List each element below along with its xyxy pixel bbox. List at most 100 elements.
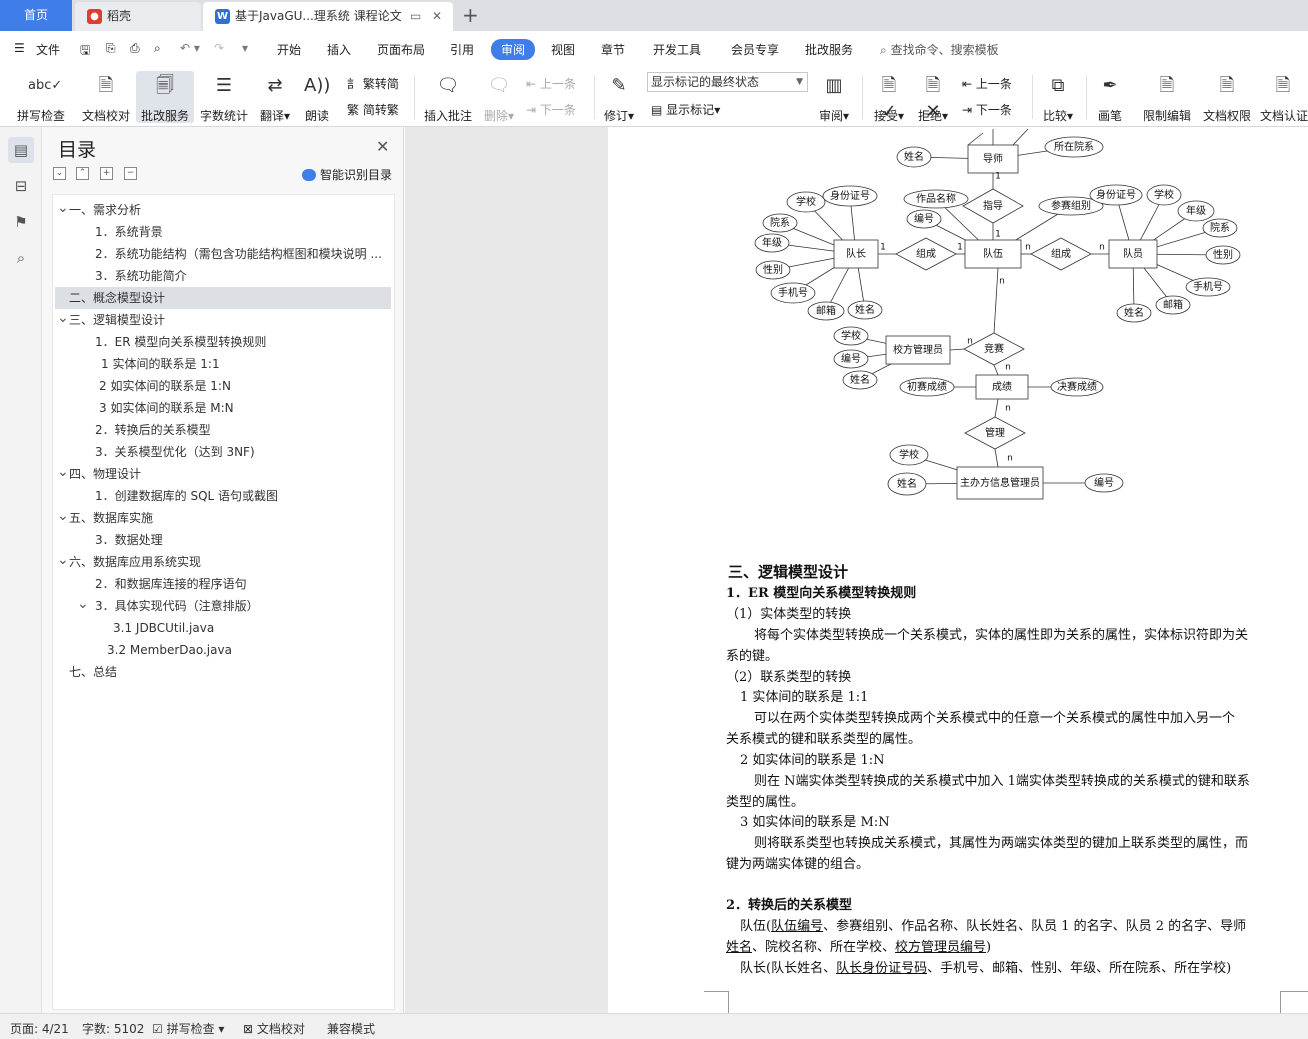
menu-insert[interactable]: 插入 (327, 41, 351, 58)
smart-toc-button[interactable]: 智能识别目录 (302, 166, 392, 183)
trad-to-simp-button[interactable]: 訁 繁转简 (347, 75, 399, 92)
undo-icon[interactable]: ↶ ▾ (180, 41, 200, 55)
new-tab-icon[interactable]: + (462, 3, 479, 27)
show-markup-button[interactable]: ▤ 显示标记▾ (651, 101, 720, 118)
expand-up-icon[interactable]: ⌃ (76, 167, 89, 180)
menu-file[interactable]: 文件 (36, 41, 60, 58)
reject-button[interactable]: 🗎✕ 拒绝▾ (914, 71, 952, 123)
toc-item-label: 1 实体间的联系是 1:1 (101, 357, 220, 371)
menu-review[interactable]: 审阅 (491, 39, 536, 60)
word-count[interactable]: 字数: 5102 (82, 1020, 144, 1037)
next-change-button[interactable]: ⇥ 下一条 (962, 101, 1012, 118)
menu-chapter[interactable]: 章节 (601, 41, 625, 58)
toc-item[interactable]: 3.1 JDBCUtil.java (53, 617, 389, 639)
toc-item[interactable]: 2．和数据库连接的程序语句 (53, 573, 389, 595)
toc-panel-icon[interactable]: ▤ (8, 137, 34, 163)
spell-check-button[interactable]: abc✓ 拼写检查 (10, 71, 72, 123)
toc-item-label: 1．ER 模型向关系模型转换规则 (95, 335, 267, 349)
find-icon[interactable]: ⌕ (8, 245, 34, 271)
menu-reference[interactable]: 引用 (450, 41, 474, 58)
revise-button[interactable]: ✎ 修订▾ (600, 71, 638, 123)
tab-home[interactable]: 首页 (0, 0, 72, 31)
print-preview-icon[interactable]: ⌕ (154, 41, 161, 56)
toc-item[interactable]: ⌄ 三、逻辑模型设计 (53, 309, 389, 331)
doc-proof-button[interactable]: 🗎 文档校对 (78, 71, 134, 123)
prev-change-button[interactable]: ⇤ 上一条 (962, 75, 1012, 92)
pen-button[interactable]: ✒ 画笔 (1092, 71, 1128, 123)
correct-service-button[interactable]: 🗐 批改服务 (136, 71, 194, 123)
status-doc-proof[interactable]: ⊠ 文档校对 (243, 1020, 305, 1037)
toc-item[interactable]: 3 如实体间的联系是 M:N (53, 397, 389, 419)
print-icon[interactable]: ⎙ (130, 41, 140, 56)
accept-button[interactable]: 🗎✓ 接受▾ (870, 71, 908, 123)
command-search[interactable]: ⌕ 查找命令、搜索模板 (880, 41, 999, 58)
translate-button[interactable]: ⇄ 翻译▾ (256, 71, 294, 123)
delete-comment-button[interactable]: 🗨 删除▾ (480, 71, 518, 123)
chevron-down-icon[interactable]: ⌄ (77, 595, 89, 615)
redo-icon[interactable]: ↷ (214, 41, 224, 55)
doc-permission-button[interactable]: 🗎 文档权限 (1200, 71, 1254, 123)
bookmark-icon[interactable]: ⚑ (8, 209, 34, 235)
toc-item[interactable]: 2 如实体间的联系是 1:N (53, 375, 389, 397)
status-spell-check[interactable]: ☑ 拼写检查 ▾ (152, 1020, 224, 1037)
chevron-down-icon[interactable]: ⌄ (57, 551, 69, 571)
prev-comment-button[interactable]: ⇤ 上一条 (526, 75, 576, 92)
er-relationship-label: 组成 (916, 247, 936, 260)
save-icon[interactable]: 🖫 (80, 41, 90, 62)
close-icon[interactable]: ✕ (376, 137, 389, 156)
toc-item[interactable]: 1．系统背景 (53, 221, 389, 243)
review-pane-button[interactable]: ▥ 审阅▾ (815, 71, 853, 123)
read-aloud-button[interactable]: A)) 朗读 (300, 71, 334, 123)
page-indicator[interactable]: 页面: 4/21 (10, 1020, 69, 1037)
menu-member[interactable]: 会员专享 (731, 41, 779, 58)
toc-item[interactable]: 二、概念模型设计 (55, 287, 391, 309)
toc-item[interactable]: 2．转换后的关系模型 (53, 419, 389, 441)
next-comment-button[interactable]: ⇥ 下一条 (526, 101, 576, 118)
chevron-down-icon[interactable]: ⌄ (57, 507, 69, 527)
toc-item[interactable]: 七、总结 (53, 661, 389, 683)
collapse-all-icon[interactable]: ⌄ (53, 167, 66, 180)
toc-item[interactable]: 2．系统功能结构（需包含功能结构框图和模块说明 ... (53, 243, 389, 265)
toc-item[interactable]: ⌄ 五、数据库实施 (53, 507, 389, 529)
more-icon[interactable]: ▾ (242, 41, 248, 55)
compare-button[interactable]: ⧉ 比较▾ (1038, 71, 1078, 123)
toc-item[interactable]: 3．数据处理 (53, 529, 389, 551)
chevron-down-icon[interactable]: ⌄ (57, 199, 69, 219)
navigation-icon[interactable]: ⊟ (8, 173, 34, 199)
doc-cert-button[interactable]: 🗎 文档认证 (1258, 71, 1308, 123)
prev-change-icon: ⇤ (962, 77, 973, 91)
smart-toc-icon (302, 169, 316, 181)
chevron-down-icon[interactable]: ⌄ (57, 309, 69, 329)
menu-start[interactable]: 开始 (277, 41, 301, 58)
tab-document[interactable]: W 基于JavaGU...理系统 课程论文 ▭ ✕ (203, 2, 453, 31)
toc-item[interactable]: 1 实体间的联系是 1:1 (53, 353, 389, 375)
export-pdf-icon[interactable]: ⎘ (106, 41, 116, 56)
menu-view[interactable]: 视图 (551, 41, 575, 58)
add-heading-icon[interactable]: + (100, 167, 113, 180)
menu-correct[interactable]: 批改服务 (805, 41, 853, 58)
menu-layout[interactable]: 页面布局 (377, 41, 425, 58)
word-count-button[interactable]: ☰ 字数统计 (198, 71, 250, 123)
insert-comment-button[interactable]: 🗨 插入批注 (422, 71, 474, 123)
toc-item[interactable]: ⌄ 3．具体实现代码（注意排版） (53, 595, 389, 617)
menu-devtools[interactable]: 开发工具 (653, 41, 701, 58)
toc-item[interactable]: 3．系统功能简介 (53, 265, 389, 287)
restrict-edit-button[interactable]: 🗎 限制编辑 (1140, 71, 1194, 123)
simp-to-trad-button[interactable]: 繁 简转繁 (347, 101, 399, 118)
toc-item[interactable]: ⌄ 六、数据库应用系统实现 (53, 551, 389, 573)
tab-daoke[interactable]: ● 稻壳 (75, 2, 201, 31)
hamburger-icon[interactable]: ☰ (14, 41, 25, 55)
chevron-down-icon[interactable]: ⌄ (57, 463, 69, 483)
remove-heading-icon[interactable]: − (124, 167, 137, 180)
document-page[interactable]: 姓名 所在院系 作品名称 编号 参赛组别 学校 身份证号 院系 年级 性别 手机号 邮箱 姓名 身份证号学… (608, 127, 1308, 1013)
toc-item[interactable]: 1．创建数据库的 SQL 语句或截图 (53, 485, 389, 507)
toc-item[interactable]: 3.2 MemberDao.java (53, 639, 389, 661)
toc-item[interactable]: ⌄ 四、物理设计 (53, 463, 389, 485)
close-tab-icon[interactable]: ✕ (432, 2, 442, 30)
heading-logic-model: 三、逻辑模型设计 (728, 563, 849, 581)
toc-item[interactable]: 1．ER 模型向关系模型转换规则 (53, 331, 389, 353)
toc-item[interactable]: 3．关系模型优化（达到 3NF) (53, 441, 389, 463)
toc-item[interactable]: ⌄ 一、需求分析 (53, 199, 389, 221)
window-icon[interactable]: ▭ (410, 2, 421, 30)
markup-state-select[interactable]: 显示标记的最终状态 ▼ (647, 72, 808, 92)
